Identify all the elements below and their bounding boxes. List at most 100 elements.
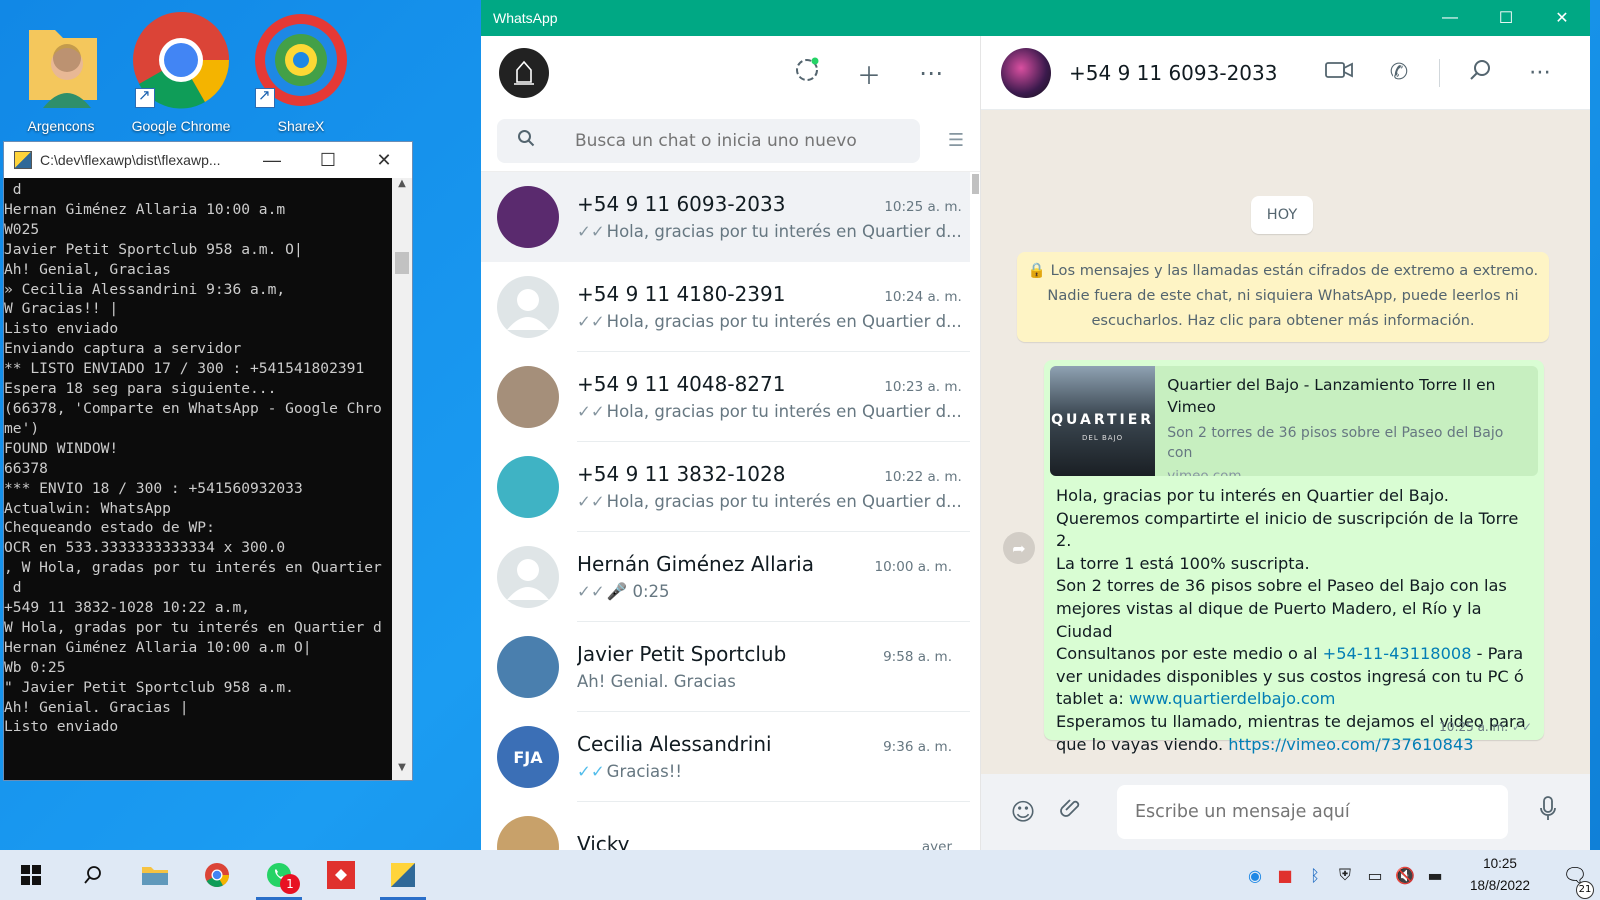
notification-center-button[interactable]: 🗨 21 [1550, 863, 1600, 899]
python-icon [14, 151, 32, 169]
avatar-initials: FJA [513, 747, 543, 767]
chat-time: 10:25 a. m. [884, 199, 962, 215]
whatsapp-window: WhatsApp — ☐ ✕ ＋ ⋯ ☰ +54 9 11 6093 [481, 0, 1590, 850]
desktop-icon-google-chrome[interactable]: Google Chrome [126, 8, 236, 134]
console-line: d [4, 181, 22, 198]
chat-avatar[interactable] [497, 816, 559, 850]
python-taskbar-button[interactable] [372, 850, 434, 900]
python-icon [391, 863, 415, 887]
chat-name: Javier Petit Sportclub [577, 642, 787, 666]
console-window[interactable]: C:\dev\flexawp\dist\flexawp... — ☐ ✕ d He… [3, 141, 413, 781]
link-preview[interactable]: QUARTIER DEL BAJO Quartier del Bajo - La… [1050, 366, 1538, 476]
chat-list-item[interactable]: +54 9 11 4048-8271 10:23 a. m. ✓✓ Hola, gra… [481, 352, 970, 442]
website-link[interactable]: www.quartierdelbajo.com [1129, 689, 1335, 708]
chat-avatar[interactable] [497, 276, 559, 338]
app-taskbar-button[interactable] [310, 850, 372, 900]
desktop-icon-sharex[interactable]: ShareX [246, 8, 356, 134]
delivered-ticks-icon: ✓✓ [577, 222, 605, 241]
volume-muted-icon[interactable]: 🔇 [1390, 866, 1420, 885]
chat-list-item[interactable]: FJA Cecilia Alessandrini 9:36 a. m. ✓✓ Graci… [481, 712, 970, 802]
microphone-icon[interactable] [1524, 796, 1572, 828]
attach-icon[interactable] [1047, 797, 1095, 827]
message-line: Consultanos por este medio o al +54-11-4… [1056, 643, 1532, 711]
chat-time: ayer [921, 838, 952, 851]
minimize-button[interactable]: — [1422, 9, 1478, 27]
new-chat-icon[interactable]: ＋ [838, 56, 900, 91]
whatsapp-taskbar-button[interactable]: 1 [248, 850, 310, 900]
sharex-tray-icon[interactable]: ◉ [1240, 866, 1270, 885]
phone-icon[interactable]: ✆ [1369, 60, 1429, 85]
search-button[interactable] [62, 850, 124, 900]
taskbar: 1 ◉ ■ ᛒ ⛨ ▭ 🔇 ▬ 10:25 18/8/2022 🗨 21 [0, 850, 1600, 900]
chat-list-pane: ＋ ⋯ ☰ +54 9 11 6093-203310:25 a. m.✓✓Hol… [481, 36, 981, 850]
chat-list-item[interactable]: +54 9 11 4180-2391 10:24 a. m. ✓✓ Hola, gra… [481, 262, 970, 352]
chat-name: Hernán Giménez Allaria [577, 551, 814, 576]
chrome-taskbar-button[interactable] [186, 850, 248, 900]
chat-avatar[interactable] [497, 366, 559, 428]
red-app-icon [327, 861, 355, 889]
chat-preview: ✓✓ Hola, gracias por tu interés en Quarti… [577, 312, 962, 331]
phone-link[interactable]: +54-11-43118008 [1323, 644, 1472, 663]
minimize-button[interactable]: — [244, 150, 300, 171]
close-button[interactable]: ✕ [1534, 8, 1590, 28]
menu-icon[interactable]: ⋯ [1510, 60, 1570, 85]
status-icon[interactable] [776, 57, 838, 89]
contact-name[interactable]: +54 9 11 6093-2033 [1069, 61, 1309, 85]
day-separator: HOY [1251, 196, 1313, 234]
message-input[interactable] [1135, 802, 1490, 822]
maximize-button[interactable]: ☐ [300, 150, 356, 171]
search-input[interactable] [575, 130, 900, 151]
chat-item-body: +54 9 11 6093-2033 10:25 a. m. ✓✓ Hola, gra… [577, 172, 970, 262]
chat-list-item[interactable]: Vicky ayer [481, 802, 970, 850]
menu-icon[interactable]: ⋯ [900, 59, 962, 87]
chat-avatar[interactable] [497, 636, 559, 698]
chat-list-item[interactable]: Hernán Giménez Allaria 10:00 a. m. ✓✓ 🎤 0:2… [481, 532, 970, 622]
clock[interactable]: 10:25 18/8/2022 [1450, 853, 1550, 897]
outgoing-message[interactable]: QUARTIER DEL BAJO Quartier del Bajo - La… [1044, 360, 1544, 754]
scroll-up-icon[interactable]: ▲ [392, 178, 412, 196]
chat-preview: ✓✓ Hola, gracias por tu interés en Quarti… [577, 492, 962, 511]
chat-time: 10:24 a. m. [884, 289, 962, 305]
scroll-thumb[interactable] [972, 174, 979, 194]
encryption-notice[interactable]: 🔒 Los mensajes y las llamadas están cifr… [1017, 252, 1549, 342]
red-app-tray-icon[interactable]: ■ [1270, 866, 1300, 885]
video-link[interactable]: https://vimeo.com/737610843 [1228, 735, 1473, 754]
message-input-box[interactable] [1117, 785, 1508, 839]
maximize-button[interactable]: ☐ [1478, 8, 1534, 28]
video-call-icon[interactable] [1309, 60, 1369, 86]
emoji-icon[interactable]: ☺ [999, 798, 1047, 826]
search-icon[interactable] [1450, 59, 1510, 87]
network-icon[interactable]: ▭ [1360, 866, 1390, 885]
filter-icon[interactable]: ☰ [920, 130, 964, 151]
contact-avatar[interactable] [1001, 47, 1051, 98]
console-scrollbar[interactable]: ▲ ▼ [392, 178, 412, 780]
chat-list-item[interactable]: Javier Petit Sportclub 9:58 a. m. Ah! Geni… [481, 622, 970, 712]
forward-icon[interactable]: ➦ [1003, 532, 1035, 564]
profile-avatar[interactable] [499, 48, 549, 98]
close-button[interactable]: ✕ [356, 150, 412, 171]
chat-time: 10:22 a. m. [884, 469, 962, 485]
desktop-icon-argencons[interactable]: Argencons [6, 8, 116, 134]
chat-preview: ✓✓ Hola, gracias por tu interés en Quarti… [577, 222, 962, 241]
file-explorer-button[interactable] [124, 850, 186, 900]
conversation-header[interactable]: +54 9 11 6093-2033 ✆ ⋯ [981, 36, 1590, 110]
chat-list-item[interactable]: +54 9 11 3832-1028 10:22 a. m. ✓✓ Hola, gra… [481, 442, 970, 532]
chat-avatar[interactable] [497, 186, 559, 248]
whatsapp-titlebar[interactable]: WhatsApp — ☐ ✕ [481, 0, 1590, 36]
bluetooth-icon[interactable]: ᛒ [1300, 866, 1330, 885]
console-titlebar[interactable]: C:\dev\flexawp\dist\flexawp... — ☐ ✕ [4, 142, 412, 178]
battery-icon[interactable]: ▬ [1420, 866, 1450, 885]
security-icon[interactable]: ⛨ [1330, 865, 1360, 885]
console-line: me') [4, 419, 40, 437]
chat-list-item[interactable]: +54 9 11 6093-2033 10:25 a. m. ✓✓ Hola, gra… [481, 172, 970, 262]
chat-avatar[interactable]: FJA [497, 726, 559, 788]
chat-list-scrollbar[interactable] [970, 172, 980, 850]
search-icon[interactable] [517, 129, 575, 152]
chat-avatar[interactable] [497, 456, 559, 518]
scroll-thumb[interactable] [395, 252, 409, 274]
start-button[interactable] [0, 850, 62, 900]
clock-date: 18/8/2022 [1469, 878, 1531, 893]
search-box[interactable] [497, 118, 920, 163]
scroll-down-icon[interactable]: ▼ [392, 762, 412, 780]
chat-avatar[interactable] [497, 546, 559, 608]
